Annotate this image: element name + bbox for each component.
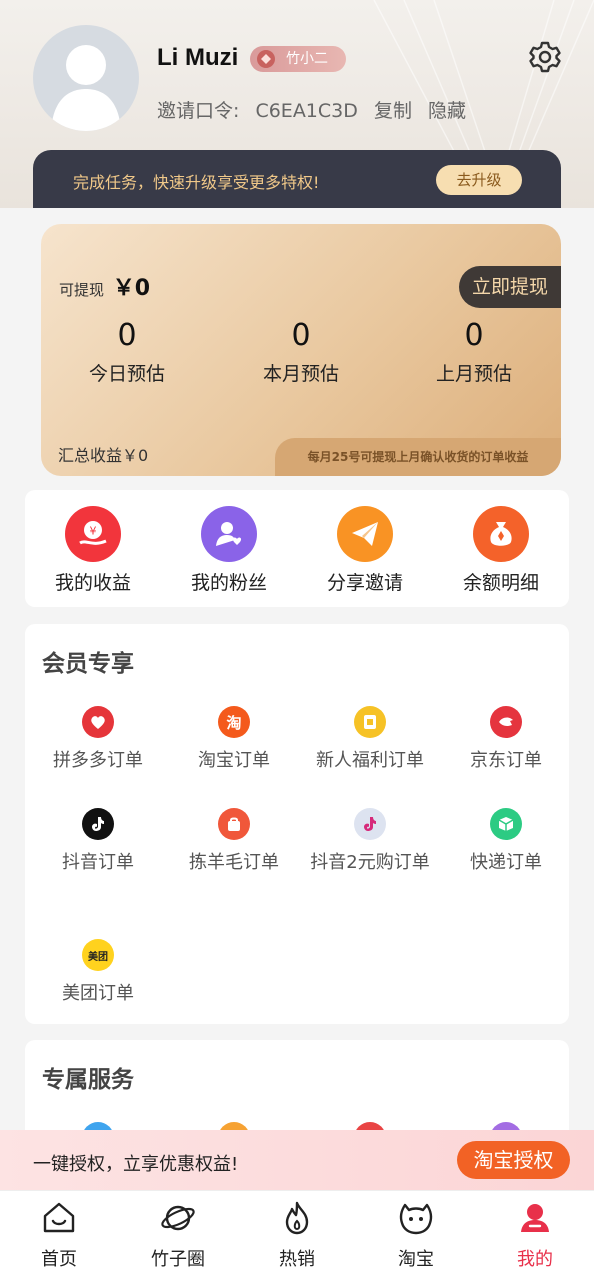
invite-line: 邀请口令: C6EA1C3D 复制 隐藏 — [157, 96, 476, 123]
order-label: 快递订单 — [470, 852, 542, 873]
level-label: 竹小二 — [286, 51, 328, 67]
tab-label: 竹子圈 — [151, 1249, 205, 1270]
tab-home[interactable]: 首页 — [0, 1199, 118, 1271]
quick-item-balance[interactable]: 余额明细 — [433, 506, 569, 595]
share-icon — [337, 506, 393, 562]
stat-last-month[interactable]: 0 上月预估 — [404, 318, 544, 386]
avatar[interactable] — [33, 25, 139, 131]
stat-today[interactable]: 0 今日预估 — [57, 318, 197, 386]
order-douyin[interactable]: 抖音订单 — [25, 808, 171, 876]
withdrawable-value: ￥0 — [112, 276, 151, 301]
member-section: 会员专享 拼多多订单 淘 淘宝订单 新人福利订单 京东订单 抖音订单 拣羊毛订单… — [25, 624, 569, 1024]
quick-item-share[interactable]: 分享邀请 — [297, 506, 433, 595]
total-earnings: 汇总收益￥0 — [58, 446, 149, 465]
upgrade-bar: 完成任务，快速升级享受更多特权! 去升级 — [33, 150, 561, 208]
order-label: 新人福利订单 — [316, 750, 424, 771]
stat-label: 本月预估 — [262, 363, 339, 385]
default-avatar-icon — [51, 45, 121, 131]
meituan-icon: 美团 — [82, 939, 114, 971]
upgrade-text: 完成任务，快速升级享受更多特权! — [73, 173, 320, 192]
jd-icon — [490, 706, 522, 738]
withdrawable: 可提现 ￥0 — [59, 270, 150, 302]
tab-bamboo-circle[interactable]: 竹子圈 — [119, 1199, 237, 1271]
stat-this-month[interactable]: 0 本月预估 — [231, 318, 371, 386]
order-taobao[interactable]: 淘 淘宝订单 — [161, 706, 307, 774]
order-jd[interactable]: 京东订单 — [433, 706, 579, 774]
taobao-face-icon — [399, 1203, 433, 1235]
profile-header: Li Muzi 竹小二 邀请口令: C6EA1C3D 复制 隐藏 完成任务，快速… — [0, 0, 594, 208]
order-label: 美团订单 — [62, 983, 134, 1004]
bag-icon — [218, 808, 250, 840]
authorization-text: 一键授权，立享优惠权益! — [33, 1154, 239, 1175]
svg-text:¥: ¥ — [90, 525, 97, 538]
stat-label: 上月预估 — [435, 363, 512, 385]
order-express[interactable]: 快递订单 — [433, 808, 579, 876]
quick-item-label: 余额明细 — [462, 572, 539, 594]
profile-icon — [521, 1204, 549, 1232]
withdrawable-label: 可提现 — [59, 281, 105, 299]
quick-item-label: 我的收益 — [54, 572, 131, 594]
stat-value: 0 — [291, 318, 311, 353]
order-label: 拣羊毛订单 — [189, 852, 279, 873]
hide-button[interactable]: 隐藏 — [428, 100, 466, 122]
level-badge: 竹小二 — [250, 46, 346, 72]
taobao-authorize-button[interactable]: 淘宝授权 — [457, 1141, 570, 1179]
username: Li Muzi — [157, 44, 239, 71]
order-douyin-2yuan[interactable]: 抖音2元购订单 — [297, 808, 443, 876]
authorization-banner: 一键授权，立享优惠权益! 淘宝授权 — [0, 1130, 594, 1190]
order-pinduoduo[interactable]: 拼多多订单 — [25, 706, 171, 774]
newcomer-icon — [354, 706, 386, 738]
income-icon: ¥ — [65, 506, 121, 562]
tab-mine[interactable]: 我的 — [476, 1199, 594, 1271]
stat-value: 0 — [464, 318, 484, 353]
order-label: 拼多多订单 — [53, 750, 143, 771]
gear-icon[interactable] — [528, 40, 562, 74]
home-icon — [43, 1202, 75, 1233]
invite-code: C6EA1C3D — [255, 100, 358, 122]
order-label: 抖音2元购订单 — [310, 852, 430, 873]
douyin-icon — [82, 808, 114, 840]
order-newcomer[interactable]: 新人福利订单 — [297, 706, 443, 774]
order-label: 京东订单 — [470, 750, 542, 771]
withdraw-button[interactable]: 立即提现 — [459, 266, 561, 308]
quick-item-label: 分享邀请 — [326, 572, 403, 594]
order-meituan[interactable]: 美团 美团订单 — [25, 939, 171, 1007]
order-bag[interactable]: 拣羊毛订单 — [161, 808, 307, 876]
quick-menu: ¥ 我的收益 我的粉丝 分享邀请 余额明细 — [25, 490, 569, 607]
taobao-icon: 淘 — [218, 706, 250, 738]
tab-hot-sale[interactable]: 热销 — [238, 1199, 356, 1271]
stat-label: 今日预估 — [88, 363, 165, 385]
tab-label: 我的 — [517, 1249, 553, 1270]
tab-label: 热销 — [279, 1249, 315, 1270]
stat-value: 0 — [117, 318, 137, 353]
order-label: 抖音订单 — [62, 852, 134, 873]
level-icon — [257, 50, 275, 68]
invite-label: 邀请口令: — [157, 100, 240, 122]
express-icon — [490, 808, 522, 840]
tab-label: 淘宝 — [398, 1249, 434, 1270]
withdraw-note: 每月25号可提现上月确认收货的订单收益 — [275, 438, 561, 476]
tab-label: 首页 — [41, 1249, 77, 1270]
bottom-tab-bar: 首页 竹子圈 热销 淘宝 我的 — [0, 1190, 594, 1280]
order-label: 淘宝订单 — [198, 750, 270, 771]
fans-icon — [201, 506, 257, 562]
tab-taobao[interactable]: 淘宝 — [357, 1199, 475, 1271]
pinduoduo-icon — [82, 706, 114, 738]
section-title: 会员专享 — [42, 651, 134, 677]
balance-icon — [473, 506, 529, 562]
section-title: 专属服务 — [42, 1067, 134, 1093]
quick-item-label: 我的粉丝 — [190, 572, 267, 594]
planet-icon — [161, 1205, 195, 1231]
earnings-card: 可提现 ￥0 立即提现 0 今日预估 0 本月预估 0 上月预估 汇总收益￥0 … — [41, 224, 561, 476]
flame-icon — [285, 1201, 309, 1235]
copy-button[interactable]: 复制 — [374, 100, 412, 122]
douyin-2yuan-icon — [354, 808, 386, 840]
upgrade-button[interactable]: 去升级 — [436, 165, 522, 195]
quick-item-income[interactable]: ¥ 我的收益 — [25, 506, 161, 595]
quick-item-fans[interactable]: 我的粉丝 — [161, 506, 297, 595]
